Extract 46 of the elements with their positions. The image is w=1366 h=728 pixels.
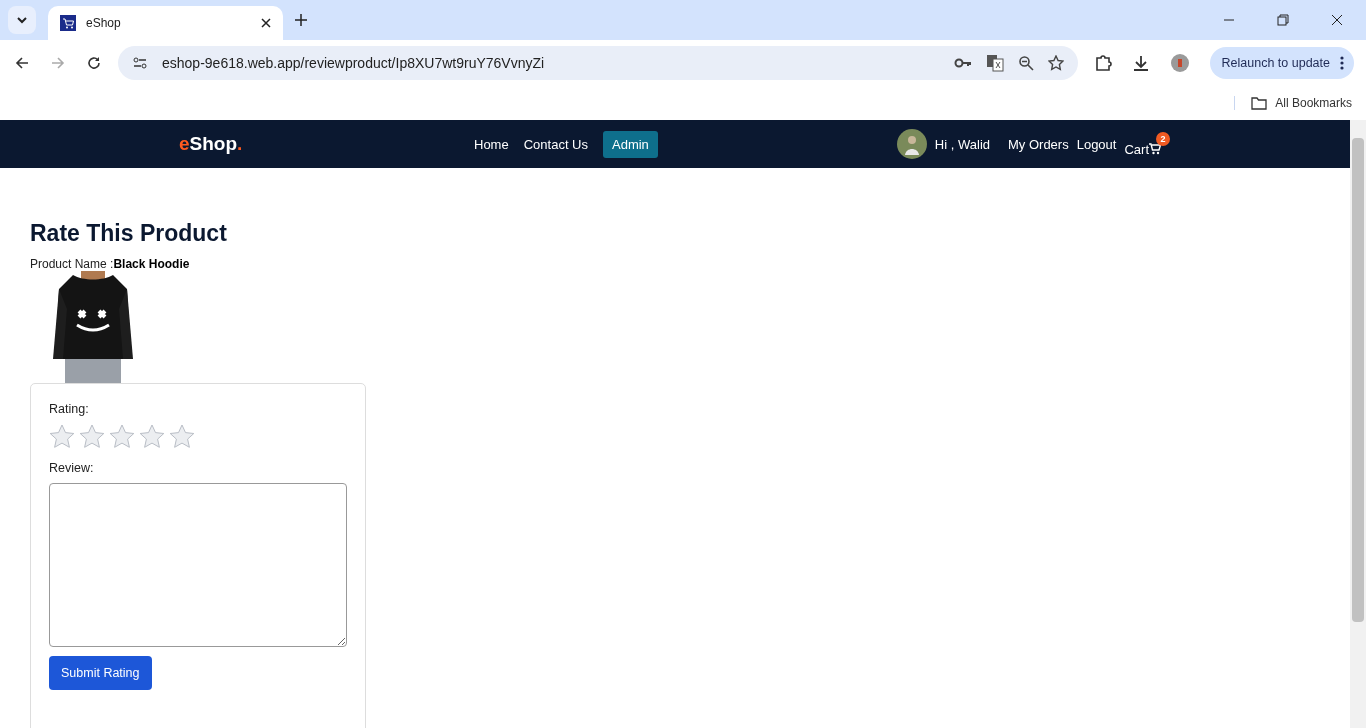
logo[interactable]: eShop. bbox=[179, 133, 459, 155]
cart-link[interactable]: Cart 2 bbox=[1124, 131, 1170, 157]
cart-count-badge: 2 bbox=[1156, 131, 1170, 146]
more-icon[interactable] bbox=[1340, 56, 1344, 70]
close-icon[interactable] bbox=[1331, 14, 1343, 26]
restore-icon[interactable] bbox=[1277, 14, 1289, 26]
close-icon[interactable] bbox=[261, 18, 271, 28]
chevron-icon bbox=[16, 14, 28, 26]
relaunch-button[interactable]: Relaunch to update bbox=[1209, 47, 1354, 79]
tab-search-button[interactable] bbox=[8, 6, 36, 34]
cart-icon bbox=[60, 15, 76, 31]
profile-avatar-icon[interactable] bbox=[1169, 53, 1190, 73]
nav-link[interactable]: Contact Us bbox=[523, 130, 588, 158]
review-field[interactable] bbox=[49, 483, 347, 647]
cart-icon bbox=[1149, 143, 1161, 155]
folder-icon bbox=[1251, 96, 1268, 110]
rating-label: Rating: bbox=[49, 402, 89, 416]
submit-button[interactable]: Submit Rating bbox=[49, 656, 152, 690]
page-title: Rate This Product bbox=[30, 220, 228, 247]
download-icon[interactable] bbox=[1131, 54, 1150, 72]
bookmarks-folder[interactable]: All Bookmarks bbox=[1234, 96, 1352, 110]
star-icon[interactable] bbox=[139, 424, 165, 449]
new-tab-icon[interactable] bbox=[295, 14, 307, 26]
nav-link[interactable]: Home bbox=[474, 130, 509, 158]
star-icon[interactable] bbox=[109, 424, 135, 449]
translate-icon[interactable] bbox=[985, 54, 1004, 72]
product-name: Product Name :Black Hoodie bbox=[30, 257, 191, 271]
nav-link[interactable]: Logout bbox=[1076, 136, 1117, 152]
tab-title: eShop bbox=[86, 16, 122, 30]
back-icon[interactable] bbox=[14, 55, 30, 71]
extensions-icon[interactable] bbox=[1093, 54, 1112, 72]
user-greeting: Hi , Walid bbox=[934, 136, 990, 152]
reload-icon[interactable] bbox=[86, 55, 102, 71]
nav-link[interactable]: My Orders bbox=[1008, 136, 1069, 152]
bookmark-star-icon[interactable] bbox=[1047, 55, 1064, 71]
zoom-out-icon[interactable] bbox=[1017, 55, 1034, 71]
star-icon[interactable] bbox=[49, 424, 75, 449]
site-settings-icon[interactable] bbox=[132, 55, 148, 71]
star-icon[interactable] bbox=[169, 424, 195, 449]
review-label: Review: bbox=[49, 461, 94, 475]
address-bar[interactable]: eshop-9e618.web.app/reviewproduct/Ip8XU7wt9ruY76VvnyZi bbox=[118, 46, 1078, 80]
user-avatar bbox=[896, 129, 927, 159]
nav-link[interactable]: Admin bbox=[603, 130, 658, 158]
browser-tab[interactable]: eShop bbox=[48, 6, 283, 40]
star-icon[interactable] bbox=[79, 424, 105, 449]
scrollbar[interactable] bbox=[1350, 120, 1366, 728]
